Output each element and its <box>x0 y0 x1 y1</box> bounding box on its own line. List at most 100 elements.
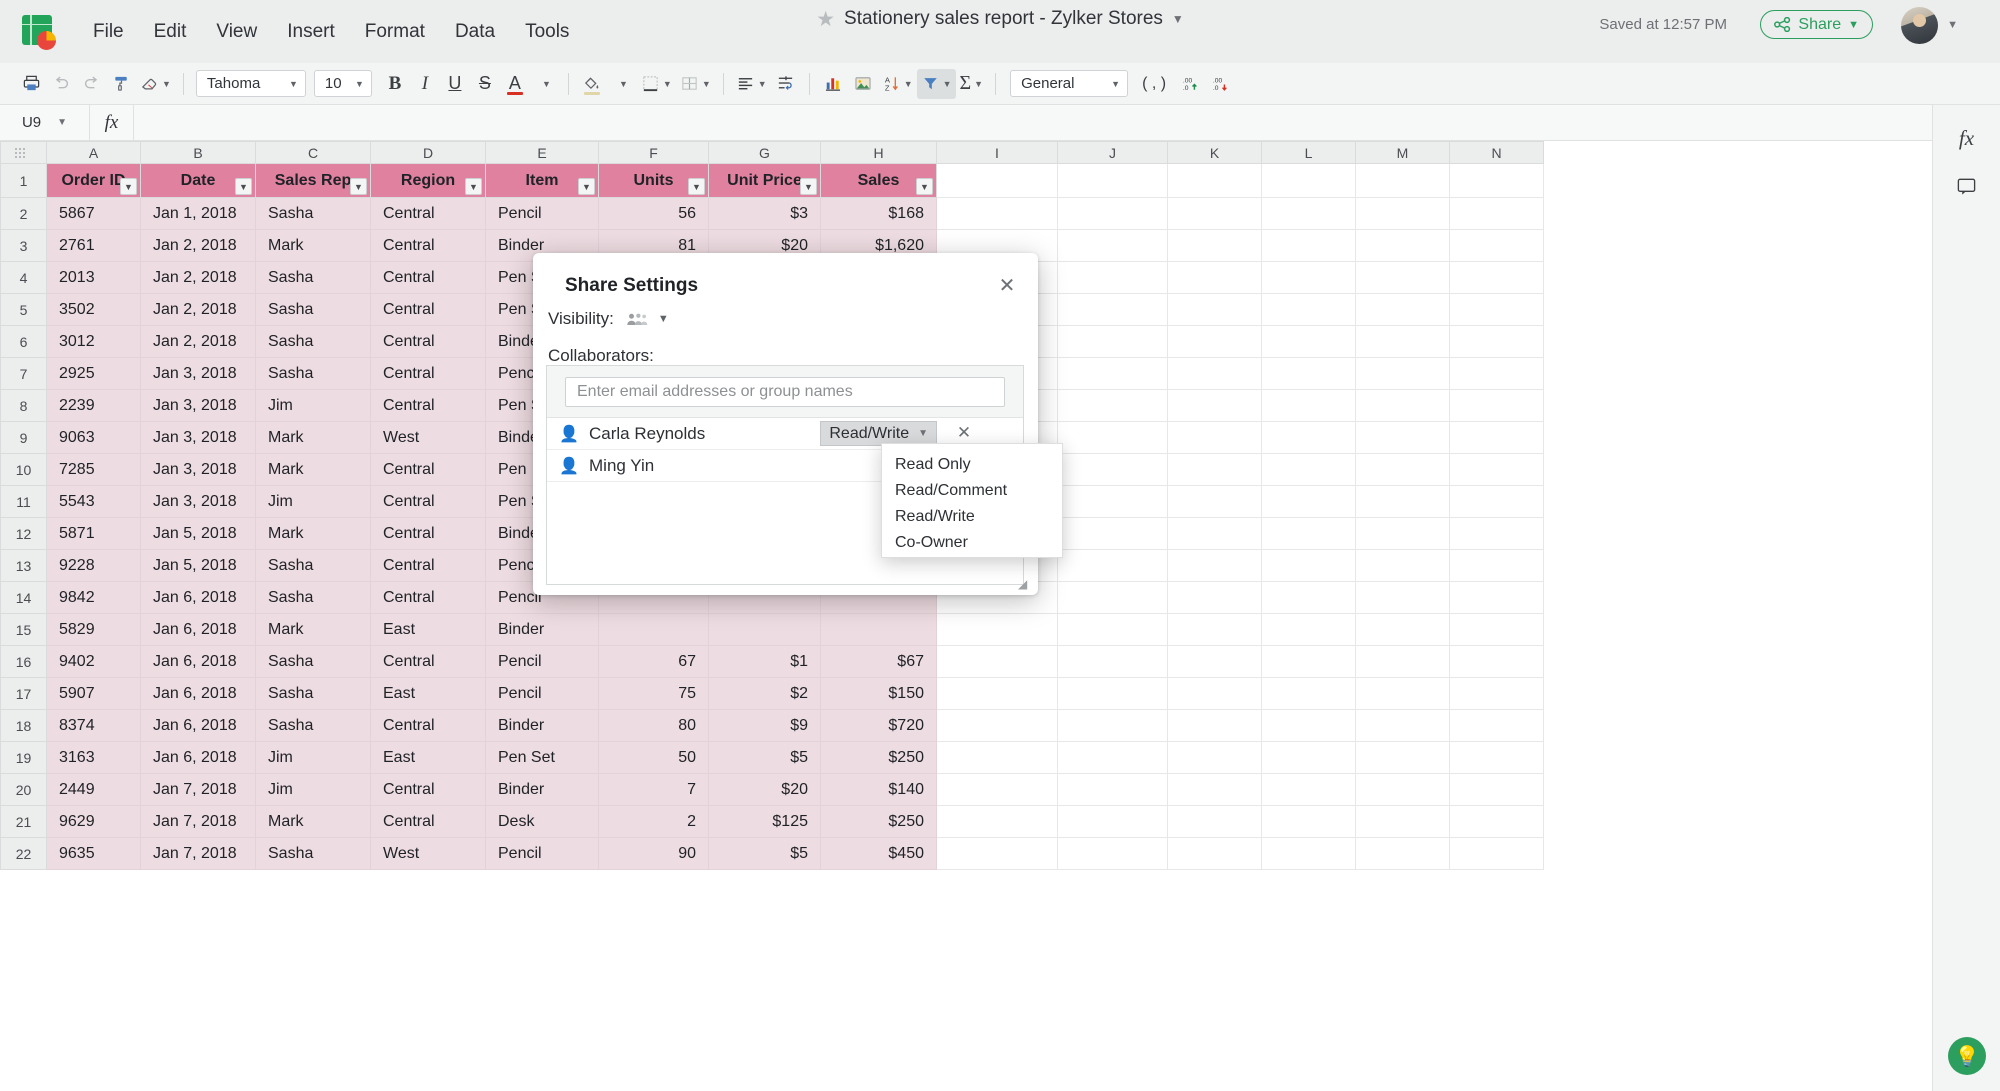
empty-cell[interactable] <box>1449 357 1544 390</box>
empty-cell[interactable] <box>1167 293 1262 326</box>
table-cell[interactable]: Jan 3, 2018 <box>140 485 256 518</box>
empty-cell[interactable] <box>1261 293 1356 326</box>
empty-cell[interactable] <box>1355 163 1450 198</box>
table-cell[interactable]: Mark <box>255 613 371 646</box>
table-cell[interactable]: Sasha <box>255 709 371 742</box>
table-cell[interactable]: Jan 2, 2018 <box>140 229 256 262</box>
filter-dropdown-order-id[interactable]: ▼ <box>120 178 137 195</box>
empty-cell[interactable] <box>1261 485 1356 518</box>
empty-cell[interactable] <box>1167 581 1262 614</box>
table-cell[interactable]: $3 <box>708 197 821 230</box>
star-icon[interactable]: ★ <box>816 9 835 30</box>
row-header[interactable]: 2 <box>0 197 47 230</box>
empty-cell[interactable] <box>1167 197 1262 230</box>
underline-button[interactable]: U <box>440 69 470 99</box>
row-header[interactable]: 21 <box>0 805 47 838</box>
table-cell[interactable]: Sasha <box>255 197 371 230</box>
empty-cell[interactable] <box>1449 549 1544 582</box>
table-cell[interactable]: 50 <box>598 741 709 774</box>
empty-cell[interactable] <box>1261 677 1356 710</box>
table-cell[interactable]: Sasha <box>255 357 371 390</box>
empty-cell[interactable] <box>1057 453 1168 486</box>
table-cell[interactable]: Central <box>370 805 486 838</box>
empty-cell[interactable] <box>1057 581 1168 614</box>
font-size-select[interactable]: 10 ▼ <box>313 70 372 97</box>
table-cell[interactable]: Central <box>370 293 486 326</box>
empty-cell[interactable] <box>1261 805 1356 838</box>
empty-cell[interactable] <box>1449 293 1544 326</box>
table-cell[interactable]: $250 <box>820 741 937 774</box>
empty-cell[interactable] <box>1057 197 1168 230</box>
empty-cell[interactable] <box>1261 325 1356 358</box>
table-cell[interactable]: Jan 3, 2018 <box>140 421 256 454</box>
table-cell[interactable]: Jan 6, 2018 <box>140 741 256 774</box>
empty-cell[interactable] <box>1261 517 1356 550</box>
table-cell[interactable]: Jan 3, 2018 <box>140 357 256 390</box>
table-cell[interactable]: Jan 2, 2018 <box>140 293 256 326</box>
empty-cell[interactable] <box>1057 709 1168 742</box>
table-cell[interactable]: $250 <box>820 805 937 838</box>
empty-cell[interactable] <box>1057 773 1168 806</box>
column-header-a[interactable]: A <box>46 141 141 164</box>
menu-edit[interactable]: Edit <box>141 16 200 48</box>
table-cell[interactable] <box>598 613 709 646</box>
table-cell[interactable]: Pencil <box>485 197 599 230</box>
empty-cell[interactable] <box>1167 261 1262 294</box>
empty-cell[interactable] <box>1449 581 1544 614</box>
empty-cell[interactable] <box>1057 357 1168 390</box>
empty-cell[interactable] <box>936 163 1058 198</box>
empty-cell[interactable] <box>1355 325 1450 358</box>
column-header-m[interactable]: M <box>1355 141 1450 164</box>
empty-cell[interactable] <box>1261 613 1356 646</box>
empty-cell[interactable] <box>1167 613 1262 646</box>
empty-cell[interactable] <box>1167 485 1262 518</box>
fill-color-dropdown[interactable]: ▼ <box>607 69 637 99</box>
table-cell[interactable]: Central <box>370 261 486 294</box>
table-cell[interactable]: Jan 7, 2018 <box>140 837 256 870</box>
table-cell[interactable]: 9402 <box>46 645 141 678</box>
empty-cell[interactable] <box>1449 229 1544 262</box>
table-cell[interactable]: Sasha <box>255 261 371 294</box>
table-cell[interactable]: Jim <box>255 389 371 422</box>
menu-tools[interactable]: Tools <box>512 16 582 48</box>
row-header[interactable]: 14 <box>0 581 47 614</box>
close-icon[interactable]: ✕ <box>994 272 1020 298</box>
empty-cell[interactable] <box>1057 421 1168 454</box>
row-header[interactable]: 9 <box>0 421 47 454</box>
table-cell[interactable]: 7285 <box>46 453 141 486</box>
empty-cell[interactable] <box>1057 613 1168 646</box>
table-cell[interactable]: Sasha <box>255 645 371 678</box>
empty-cell[interactable] <box>1449 325 1544 358</box>
empty-cell[interactable] <box>1449 741 1544 774</box>
empty-cell[interactable] <box>1261 773 1356 806</box>
empty-cell[interactable] <box>1057 645 1168 678</box>
table-cell[interactable]: Binder <box>485 709 599 742</box>
empty-cell[interactable] <box>1261 549 1356 582</box>
table-cell[interactable]: West <box>370 837 486 870</box>
row-header[interactable]: 7 <box>0 357 47 390</box>
permission-option-co-owner[interactable]: Co-Owner <box>882 530 1062 556</box>
empty-cell[interactable] <box>1449 389 1544 422</box>
zoho-sheet-logo-icon[interactable] <box>18 12 58 52</box>
table-cell[interactable]: Jan 2, 2018 <box>140 325 256 358</box>
table-cell[interactable]: $2 <box>708 677 821 710</box>
empty-cell[interactable] <box>1167 163 1262 198</box>
merge-cells-icon[interactable]: ▼ <box>676 69 715 99</box>
remove-collaborator-button[interactable]: ✕ <box>953 422 975 444</box>
row-header[interactable]: 8 <box>0 389 47 422</box>
row-header[interactable]: 17 <box>0 677 47 710</box>
chevron-down-icon[interactable]: ▼ <box>974 79 983 89</box>
fx-icon[interactable]: fx <box>90 104 134 141</box>
empty-cell[interactable] <box>1449 805 1544 838</box>
table-cell[interactable] <box>820 613 937 646</box>
share-button[interactable]: Share ▼ <box>1760 10 1873 39</box>
empty-cell[interactable] <box>1449 837 1544 870</box>
empty-cell[interactable] <box>1355 805 1450 838</box>
sort-az-icon[interactable]: A Z ▼ <box>878 69 917 99</box>
empty-cell[interactable] <box>1167 645 1262 678</box>
column-header-j[interactable]: J <box>1057 141 1168 164</box>
empty-cell[interactable] <box>1355 357 1450 390</box>
empty-cell[interactable] <box>1057 517 1168 550</box>
table-cell[interactable] <box>708 613 821 646</box>
empty-cell[interactable] <box>1261 709 1356 742</box>
